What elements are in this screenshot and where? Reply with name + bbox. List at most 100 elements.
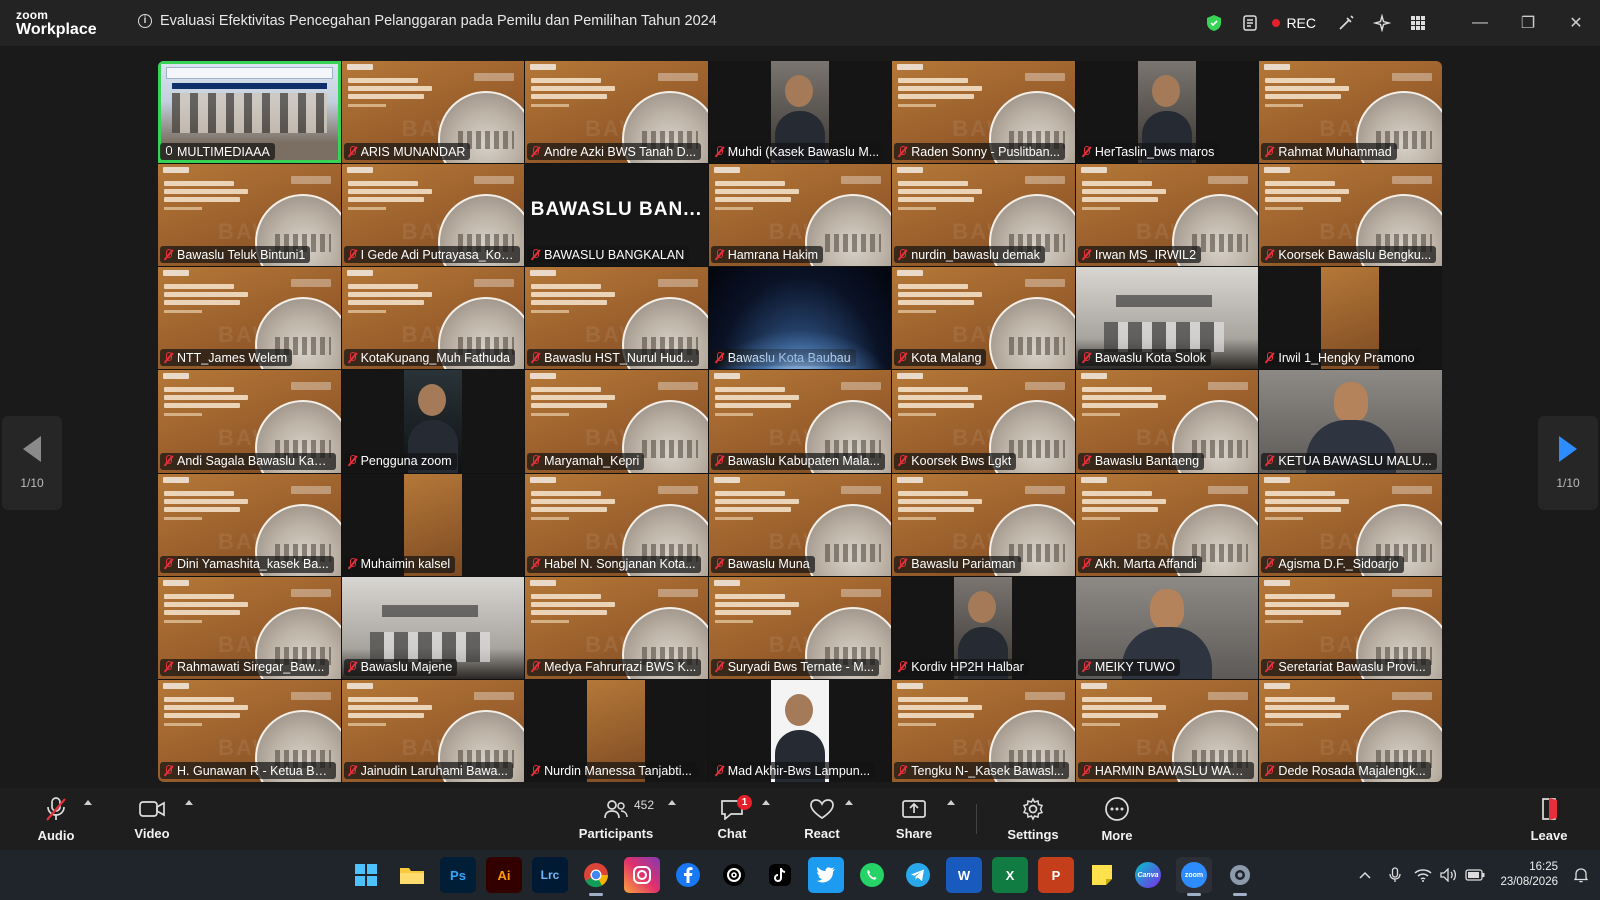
participant-tile[interactable]: BAWASLUMedya Fahrurrazi BWS K...: [525, 576, 708, 679]
previous-page-button[interactable]: 1/10: [2, 416, 62, 510]
notification-bell-icon[interactable]: [1568, 850, 1594, 900]
participant-tile[interactable]: BAWASLUKotaKupang_Muh Fathuda: [341, 267, 525, 370]
participant-tile[interactable]: BAWASLUAgisma D.F._Sidoarjo: [1259, 473, 1442, 576]
participant-tile[interactable]: BAWASLUKoorsek Bws Lgkt: [892, 370, 1075, 473]
participant-tile[interactable]: BAWASLUKota Malang: [892, 267, 1075, 370]
participant-tile[interactable]: BAWASLURahmat Muhammad: [1259, 61, 1442, 164]
whatsapp-icon[interactable]: [854, 857, 890, 893]
participant-tile[interactable]: BAWASLUH. Gunawan R - Ketua Ba...: [158, 679, 341, 782]
participant-tile[interactable]: Bawaslu Kota Solok: [1075, 267, 1259, 370]
participant-tile[interactable]: BAWASLUARIS MUNANDAR: [341, 61, 525, 164]
participant-tile[interactable]: BAWASLUBawaslu Muna: [708, 473, 892, 576]
recording-indicator[interactable]: REC: [1272, 15, 1316, 31]
react-button[interactable]: React: [800, 788, 844, 850]
chrome-icon[interactable]: [578, 857, 614, 896]
photoshop-icon[interactable]: Ps: [440, 857, 476, 893]
word-icon[interactable]: W: [946, 857, 982, 893]
participant-tile[interactable]: HerTaslin_bws maros: [1075, 61, 1259, 164]
audio-button[interactable]: Audio: [34, 788, 78, 850]
share-options-caret-icon[interactable]: [947, 800, 955, 805]
ai-companion-icon[interactable]: [1364, 0, 1400, 46]
twitter-icon[interactable]: [808, 857, 844, 893]
video-button[interactable]: Video: [130, 788, 174, 850]
sticky-notes-icon[interactable]: [1084, 857, 1120, 893]
battery-icon[interactable]: [1462, 850, 1488, 900]
next-page-button[interactable]: 1/10: [1538, 416, 1598, 510]
participant-tile[interactable]: BAWASLUIrwan MS_IRWIL2: [1075, 164, 1259, 267]
participant-tile[interactable]: KETUA BAWASLU MALU...: [1259, 370, 1442, 473]
canva-icon[interactable]: Canva: [1130, 857, 1166, 893]
volume-icon[interactable]: [1436, 850, 1462, 900]
participant-tile[interactable]: BAWASLUI Gede Adi Putrayasa_Kor...: [341, 164, 525, 267]
encryption-shield-icon[interactable]: [1196, 0, 1232, 46]
telegram-icon[interactable]: [900, 857, 936, 893]
leave-button[interactable]: Leave: [1528, 788, 1570, 850]
participant-tile[interactable]: BAWASLUDede Rosada Majalengk...: [1259, 679, 1442, 782]
illustrator-icon[interactable]: Ai: [486, 857, 522, 893]
react-options-caret-icon[interactable]: [845, 800, 853, 805]
participant-tile[interactable]: BAWASLUSuryadi Bws Ternate - M...: [708, 576, 892, 679]
wifi-icon[interactable]: [1410, 850, 1436, 900]
view-grid-icon[interactable]: [1400, 0, 1436, 46]
microphone-tray-icon[interactable]: [1380, 850, 1410, 900]
info-icon[interactable]: i: [138, 14, 152, 28]
minimize-icon[interactable]: —: [1456, 0, 1504, 46]
facebook-icon[interactable]: [670, 857, 706, 893]
chat-options-caret-icon[interactable]: [762, 800, 770, 805]
annotate-icon[interactable]: [1328, 0, 1364, 46]
more-button[interactable]: More: [1094, 788, 1140, 850]
start-icon[interactable]: [348, 857, 384, 893]
video-options-caret-icon[interactable]: [185, 800, 193, 805]
participant-tile[interactable]: MEIKY TUWO: [1075, 576, 1259, 679]
participant-tile[interactable]: Bawaslu Majene: [341, 576, 525, 679]
zoom-icon[interactable]: zoom: [1176, 857, 1212, 896]
participant-tile[interactable]: BAWASLUHabel N. Songjanan Kota...: [525, 473, 708, 576]
participant-tile[interactable]: Bawaslu Kota Baubau: [708, 267, 892, 370]
participant-tile[interactable]: BAWASLUAndi Sagala Bawaslu Kab...: [158, 370, 341, 473]
participant-tile[interactable]: BAWASLUHARMIN BAWASLU WAK...: [1075, 679, 1259, 782]
threads-icon[interactable]: [716, 857, 752, 893]
excel-icon[interactable]: X: [992, 857, 1028, 893]
participant-tile[interactable]: Muhdi (Kasek Bawaslu M...: [708, 61, 892, 164]
participant-tile[interactable]: Pengguna zoom: [341, 370, 525, 473]
participant-tile[interactable]: Mad Akhir-Bws Lampun...: [708, 679, 892, 782]
participant-tile[interactable]: BAWASLUKoorsek Bawaslu Bengku...: [1259, 164, 1442, 267]
participant-tile[interactable]: BAWASLUNTT_James Welem: [158, 267, 341, 370]
participant-tile[interactable]: BAWASLURaden Sonny - Puslitban...: [892, 61, 1075, 164]
meeting-info[interactable]: i Evaluasi Efektivitas Pencegahan Pelang…: [138, 13, 717, 29]
participant-tile[interactable]: BAWASLUBawaslu Kabupaten Mala...: [708, 370, 892, 473]
participant-tile[interactable]: BAWASLUTengku N-_Kasek Bawasl...: [892, 679, 1075, 782]
participant-tile[interactable]: MULTIMEDIAAA: [158, 61, 341, 164]
audio-options-caret-icon[interactable]: [84, 800, 92, 805]
participant-tile[interactable]: BAWASLUBawaslu HST_Nurul Hud...: [525, 267, 708, 370]
tiktok-icon[interactable]: [762, 857, 798, 893]
participant-tile[interactable]: BAWASLUBawaslu Teluk Bintuni1: [158, 164, 341, 267]
participant-tile[interactable]: Nurdin Manessa Tanjabti...: [525, 679, 708, 782]
participant-tile[interactable]: BAWASLUAkh. Marta Affandi: [1075, 473, 1259, 576]
chevron-up-icon[interactable]: [1350, 850, 1380, 900]
participant-tile[interactable]: Muhaimin kalsel: [341, 473, 525, 576]
instagram-icon[interactable]: [624, 857, 660, 893]
participant-tile[interactable]: BAWASLUMaryamah_Kepri: [525, 370, 708, 473]
participant-tile[interactable]: BAWASLUBawaslu Bantaeng: [1075, 370, 1259, 473]
participant-tile[interactable]: BAWASLUDini Yamashita_kasek Ba...: [158, 473, 341, 576]
participant-tile[interactable]: BAWASLUBawaslu Pariaman: [892, 473, 1075, 576]
participant-tile[interactable]: Irwil 1_Hengky Pramono: [1259, 267, 1442, 370]
participant-tile[interactable]: BAWASLUHamrana Hakim: [708, 164, 892, 267]
participant-tile[interactable]: BAWASLUAndre Azki BWS Tanah D...: [525, 61, 708, 164]
taskbar-clock[interactable]: 16:25 23/08/2026: [1500, 860, 1558, 890]
participant-tile[interactable]: BAWASLURahmawati Siregar_Baw...: [158, 576, 341, 679]
lightroom-icon[interactable]: Lrc: [532, 857, 568, 893]
participant-tile[interactable]: BAWASLU BAN... BAWASLU BANGKALAN: [525, 164, 708, 267]
close-icon[interactable]: ✕: [1552, 0, 1600, 46]
participant-tile[interactable]: BAWASLUSeretariat Bawaslu Provi...: [1259, 576, 1442, 679]
participants-options-caret-icon[interactable]: [668, 800, 676, 805]
restore-icon[interactable]: ❐: [1504, 0, 1552, 46]
powerpoint-icon[interactable]: P: [1038, 857, 1074, 893]
notes-icon[interactable]: [1232, 0, 1268, 46]
file-explorer-icon[interactable]: [394, 857, 430, 893]
participant-tile[interactable]: BAWASLUJainudin Laruhami Bawa...: [341, 679, 525, 782]
share-button[interactable]: Share: [892, 788, 936, 850]
settings-icon[interactable]: [1222, 857, 1258, 896]
participant-tile[interactable]: BAWASLUnurdin_bawaslu demak: [892, 164, 1075, 267]
